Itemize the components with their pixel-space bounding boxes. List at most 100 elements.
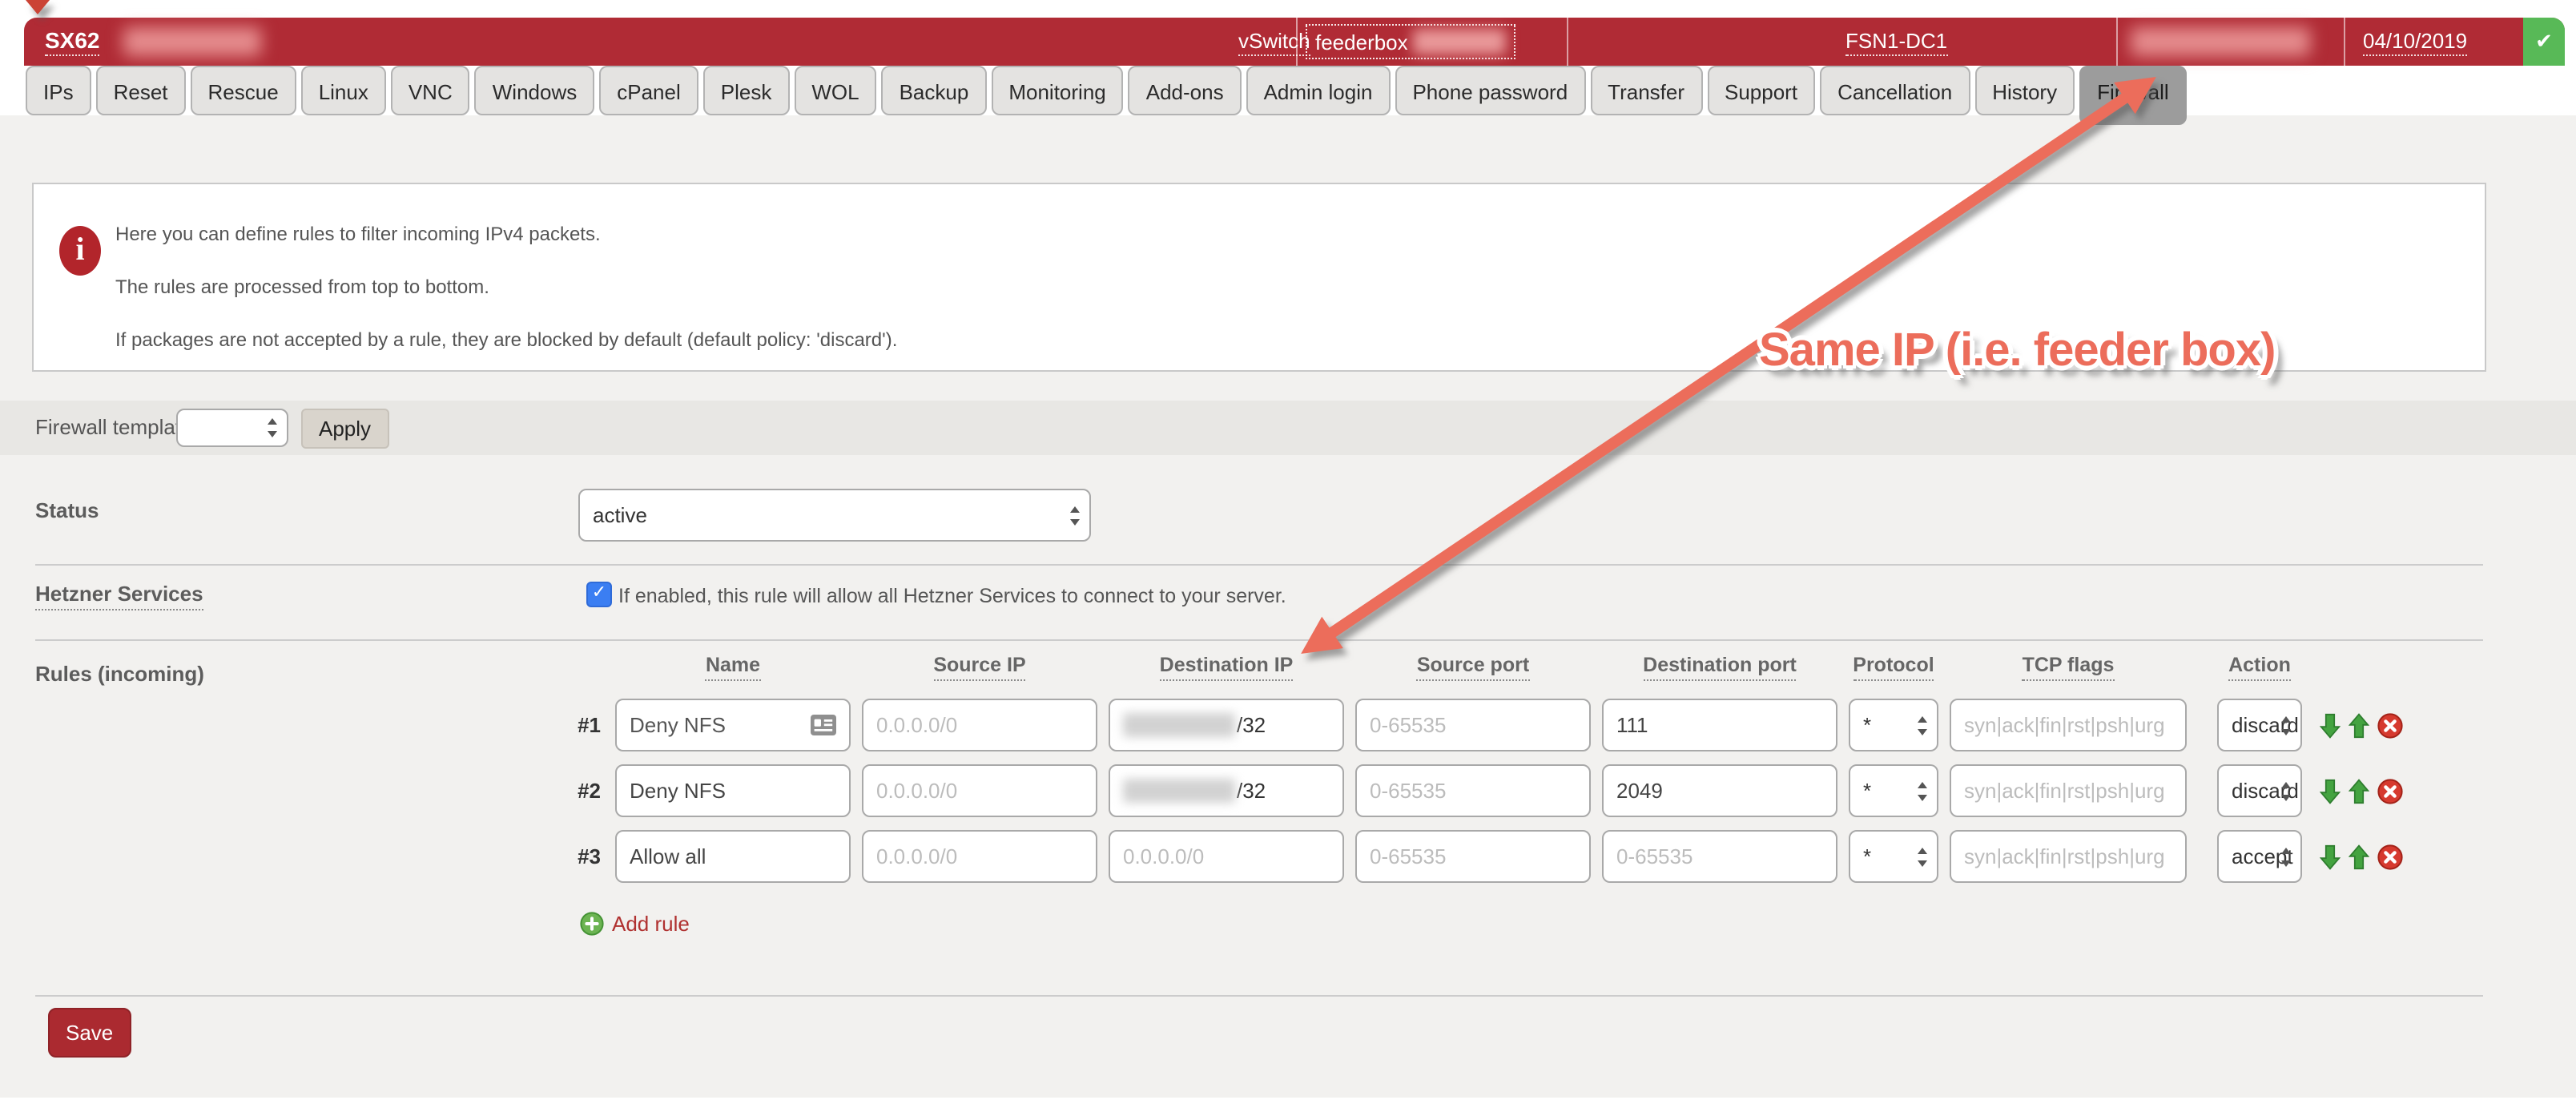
info-line-2: The rules are processed from top to bott… bbox=[115, 276, 489, 298]
datacenter-link[interactable]: FSN1-DC1 bbox=[1845, 18, 1947, 66]
col-header-source-ip: Source IP bbox=[862, 654, 1097, 681]
tab-plesk[interactable]: Plesk bbox=[703, 66, 790, 115]
paid-until-date[interactable]: 04/10/2019 bbox=[2363, 18, 2467, 66]
source-ip-input[interactable] bbox=[862, 699, 1097, 751]
tab-wol[interactable]: WOL bbox=[794, 66, 876, 115]
rule-number: #1 bbox=[569, 713, 604, 737]
protocol-select[interactable]: * bbox=[1849, 764, 1938, 817]
destination-port-input[interactable] bbox=[1602, 830, 1837, 883]
add-rule-link[interactable]: Add rule bbox=[580, 912, 690, 936]
source-port-input[interactable] bbox=[1355, 699, 1591, 751]
col-header-action: Action bbox=[2217, 654, 2302, 681]
rule-number: #2 bbox=[569, 779, 604, 803]
add-plus-icon bbox=[580, 912, 604, 936]
destination-port-input[interactable] bbox=[1602, 764, 1837, 817]
delete-rule-icon[interactable] bbox=[2377, 712, 2403, 738]
apply-button[interactable]: Apply bbox=[301, 409, 388, 449]
tab-cancellation[interactable]: Cancellation bbox=[1820, 66, 1970, 115]
server-header-bar: SX62 vSwitch feederbox FSN1-DC1 04/10/20… bbox=[24, 18, 2565, 66]
tab-history[interactable]: History bbox=[1974, 66, 2075, 115]
hetzner-services-label: Hetzner Services bbox=[35, 582, 203, 606]
tcp-flags-input[interactable] bbox=[1950, 699, 2187, 751]
row-divider bbox=[35, 564, 2483, 566]
row-divider bbox=[35, 995, 2483, 997]
row-divider bbox=[35, 639, 2483, 641]
tab-monitoring[interactable]: Monitoring bbox=[991, 66, 1123, 115]
move-rule-down-icon[interactable] bbox=[2320, 778, 2341, 804]
header-divider bbox=[1567, 18, 1568, 66]
protocol-select[interactable]: * bbox=[1849, 699, 1938, 751]
tab-backup[interactable]: Backup bbox=[882, 66, 987, 115]
tcp-flags-input[interactable] bbox=[1950, 830, 2187, 883]
source-port-input[interactable] bbox=[1355, 830, 1591, 883]
destination-ip-input[interactable]: /32 bbox=[1109, 764, 1344, 817]
select-stepper-icon bbox=[2281, 847, 2292, 866]
rule-name-input[interactable] bbox=[615, 830, 851, 883]
info-icon: i bbox=[59, 226, 101, 276]
tab-phone-password[interactable]: Phone password bbox=[1395, 66, 1585, 115]
rule-number: #3 bbox=[569, 844, 604, 868]
source-ip-input[interactable] bbox=[862, 830, 1097, 883]
move-rule-up-icon[interactable] bbox=[2349, 712, 2369, 738]
rule-row-3: #3 * accept bbox=[569, 830, 2576, 883]
redacted-server-name bbox=[123, 27, 261, 56]
tab-ips[interactable]: IPs bbox=[26, 66, 91, 115]
tab-bar: IPs Reset Rescue Linux VNC Windows cPane… bbox=[26, 66, 2187, 125]
protocol-select[interactable]: * bbox=[1849, 830, 1938, 883]
header-divider bbox=[2116, 18, 2118, 66]
redacted-hostname bbox=[1413, 29, 1506, 54]
server-name-field[interactable]: feederbox bbox=[1306, 24, 1515, 59]
server-status-ok-badge: ✔ bbox=[2523, 18, 2565, 66]
select-stepper-icon bbox=[268, 418, 279, 437]
action-select[interactable]: accept bbox=[2217, 830, 2302, 883]
move-rule-down-icon[interactable] bbox=[2320, 712, 2341, 738]
col-header-source-port: Source port bbox=[1355, 654, 1591, 681]
tab-firewall[interactable]: Firewall bbox=[2079, 66, 2187, 125]
header-divider bbox=[2344, 18, 2345, 66]
delete-rule-icon[interactable] bbox=[2377, 778, 2403, 804]
firewall-template-label: Firewall template: bbox=[35, 415, 199, 439]
col-header-tcp-flags: TCP flags bbox=[1950, 654, 2187, 681]
source-ip-input[interactable] bbox=[862, 764, 1097, 817]
tab-admin-login[interactable]: Admin login bbox=[1246, 66, 1391, 115]
firewall-template-select[interactable] bbox=[176, 409, 288, 447]
autofill-contact-icon[interactable] bbox=[811, 715, 836, 735]
firewall-template-strip: Firewall template: Apply bbox=[0, 401, 2576, 455]
destination-ip-input[interactable]: /32 bbox=[1109, 699, 1344, 751]
info-line-1: Here you can define rules to filter inco… bbox=[115, 223, 601, 245]
tcp-flags-input[interactable] bbox=[1950, 764, 2187, 817]
action-select[interactable]: discard bbox=[2217, 699, 2302, 751]
hetzner-services-checkbox[interactable]: ✓ bbox=[586, 582, 612, 607]
rule-name-input[interactable]: Deny NFS bbox=[615, 699, 851, 751]
select-stepper-icon bbox=[2281, 715, 2292, 735]
rules-header-row: Name Source IP Destination IP Source por… bbox=[569, 654, 2576, 681]
redacted-server-ip bbox=[2131, 27, 2310, 56]
vswitch-link[interactable]: vSwitch bbox=[1238, 18, 1310, 66]
tab-reset[interactable]: Reset bbox=[96, 66, 186, 115]
save-button[interactable]: Save bbox=[48, 1008, 131, 1058]
tab-addons[interactable]: Add-ons bbox=[1129, 66, 1242, 115]
col-header-destination-port: Destination port bbox=[1602, 654, 1837, 681]
status-select[interactable]: active bbox=[578, 489, 1091, 542]
source-port-input[interactable] bbox=[1355, 764, 1591, 817]
tab-rescue[interactable]: Rescue bbox=[191, 66, 296, 115]
tab-vnc[interactable]: VNC bbox=[391, 66, 470, 115]
tab-linux[interactable]: Linux bbox=[301, 66, 386, 115]
action-select[interactable]: discard bbox=[2217, 764, 2302, 817]
hetzner-robot-page: SX62 vSwitch feederbox FSN1-DC1 04/10/20… bbox=[0, 0, 2576, 1112]
tab-support[interactable]: Support bbox=[1707, 66, 1815, 115]
move-rule-up-icon[interactable] bbox=[2349, 844, 2369, 869]
server-name-prefix: feederbox bbox=[1315, 30, 1408, 54]
tab-cpanel[interactable]: cPanel bbox=[599, 66, 698, 115]
move-rule-up-icon[interactable] bbox=[2349, 778, 2369, 804]
info-line-3: If packages are not accepted by a rule, … bbox=[115, 328, 897, 351]
destination-port-input[interactable] bbox=[1602, 699, 1837, 751]
tab-windows[interactable]: Windows bbox=[475, 66, 595, 115]
delete-rule-icon[interactable] bbox=[2377, 844, 2403, 869]
tab-transfer[interactable]: Transfer bbox=[1590, 66, 1702, 115]
rule-name-input[interactable] bbox=[615, 764, 851, 817]
destination-ip-input[interactable] bbox=[1109, 830, 1344, 883]
move-rule-down-icon[interactable] bbox=[2320, 844, 2341, 869]
hetzner-services-description: If enabled, this rule will allow all Het… bbox=[618, 585, 1286, 607]
server-type-label[interactable]: SX62 bbox=[45, 18, 100, 66]
